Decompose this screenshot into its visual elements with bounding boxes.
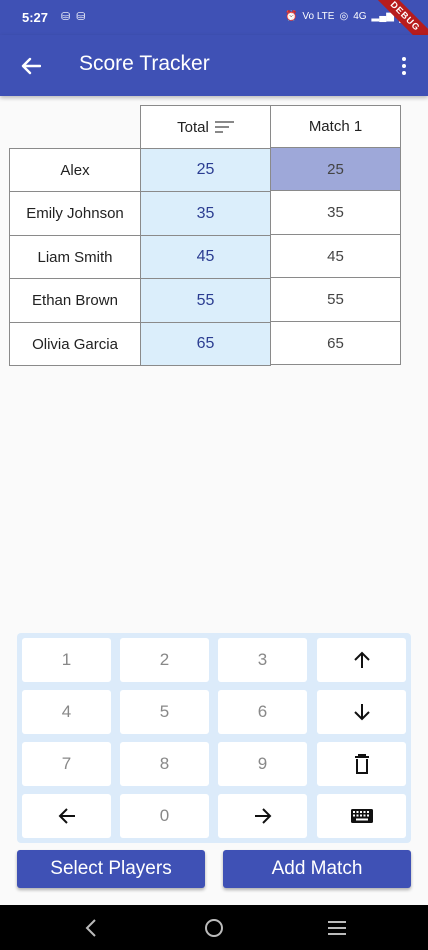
move-up-button[interactable] bbox=[317, 638, 406, 682]
total-score-cell: 35 bbox=[140, 191, 271, 236]
match-header-label: Match 1 bbox=[308, 118, 363, 135]
page-title: Score Tracker bbox=[79, 52, 210, 75]
match-score-cell-selected[interactable]: 25 bbox=[270, 147, 401, 191]
key-6[interactable]: 6 bbox=[218, 690, 307, 734]
total-score-cell: 55 bbox=[140, 278, 271, 323]
total-score-cell: 25 bbox=[140, 148, 271, 192]
keyboard-icon bbox=[350, 809, 373, 823]
player-name-cell[interactable]: Alex bbox=[9, 148, 141, 192]
more-vert-dot bbox=[402, 64, 406, 68]
player-name-cell[interactable]: Ethan Brown bbox=[9, 278, 141, 323]
key-5[interactable]: 5 bbox=[120, 690, 209, 734]
key-7[interactable]: 7 bbox=[22, 742, 111, 786]
score-keypad: 1 2 3 4 5 6 7 8 9 0 bbox=[17, 633, 411, 843]
key-8[interactable]: 8 bbox=[120, 742, 209, 786]
total-score-cell: 65 bbox=[140, 322, 271, 366]
match-column-header[interactable]: Match 1 bbox=[270, 105, 401, 148]
key-3[interactable]: 3 bbox=[218, 638, 307, 682]
delete-icon bbox=[354, 754, 369, 774]
nav-menu-icon bbox=[328, 921, 346, 935]
key-9[interactable]: 9 bbox=[218, 742, 307, 786]
nav-recents-button[interactable] bbox=[322, 915, 352, 941]
sort-icon bbox=[214, 121, 234, 133]
key-2[interactable]: 2 bbox=[120, 638, 209, 682]
arrow-left-icon bbox=[58, 808, 75, 824]
player-name-cell[interactable]: Emily Johnson bbox=[9, 191, 141, 236]
match-score-cell[interactable]: 65 bbox=[270, 321, 401, 365]
more-vert-dot bbox=[402, 71, 406, 75]
match-score-cell[interactable]: 55 bbox=[270, 277, 401, 322]
arrow-right-icon bbox=[254, 808, 271, 824]
move-down-button[interactable] bbox=[317, 690, 406, 734]
player-name-cell[interactable]: Liam Smith bbox=[9, 235, 141, 279]
arrow-down-icon bbox=[353, 704, 370, 721]
notification-icons: ⛁⛁ bbox=[61, 11, 92, 23]
status-time: 5:27 bbox=[22, 10, 49, 25]
nav-back-button[interactable] bbox=[76, 915, 106, 941]
nav-back-icon bbox=[85, 919, 96, 937]
total-column-header[interactable]: Total bbox=[140, 105, 271, 149]
match-score-cell[interactable]: 45 bbox=[270, 234, 401, 278]
move-right-button[interactable] bbox=[218, 794, 307, 838]
total-score-cell: 45 bbox=[140, 235, 271, 279]
delete-button[interactable] bbox=[317, 742, 406, 786]
key-0[interactable]: 0 bbox=[120, 794, 209, 838]
nav-home-icon bbox=[205, 919, 223, 937]
volte-icon: Vo LTE bbox=[302, 11, 335, 22]
arrow-back-icon bbox=[21, 57, 41, 75]
total-header-label: Total bbox=[177, 118, 209, 136]
status-bar: 5:27 ⛁⛁ ⏰ Vo LTE ◎ 4G ▂▄▆ DEBUG bbox=[0, 0, 428, 56]
match-score-cell[interactable]: 35 bbox=[270, 190, 401, 235]
select-players-button[interactable]: Select Players bbox=[17, 850, 205, 888]
system-nav-bar bbox=[0, 905, 428, 950]
keyboard-toggle-button[interactable] bbox=[317, 794, 406, 838]
nav-home-button[interactable] bbox=[199, 915, 229, 941]
key-4[interactable]: 4 bbox=[22, 690, 111, 734]
app-bar: Score Tracker bbox=[0, 35, 428, 96]
hotspot-icon: ◎ bbox=[339, 11, 349, 22]
more-vert-icon bbox=[402, 57, 406, 61]
add-match-button[interactable]: Add Match bbox=[223, 850, 411, 888]
key-1[interactable]: 1 bbox=[22, 638, 111, 682]
alarm-icon: ⏰ bbox=[284, 11, 298, 22]
arrow-up-icon bbox=[353, 651, 370, 668]
player-name-cell[interactable]: Olivia Garcia bbox=[9, 322, 141, 366]
status-right-icons: ⏰ Vo LTE ◎ 4G ▂▄▆ bbox=[285, 10, 406, 23]
move-left-button[interactable] bbox=[22, 794, 111, 838]
network-type-icon: 4G bbox=[353, 11, 367, 22]
overflow-menu-button[interactable] bbox=[394, 52, 414, 80]
back-button[interactable] bbox=[16, 51, 46, 81]
